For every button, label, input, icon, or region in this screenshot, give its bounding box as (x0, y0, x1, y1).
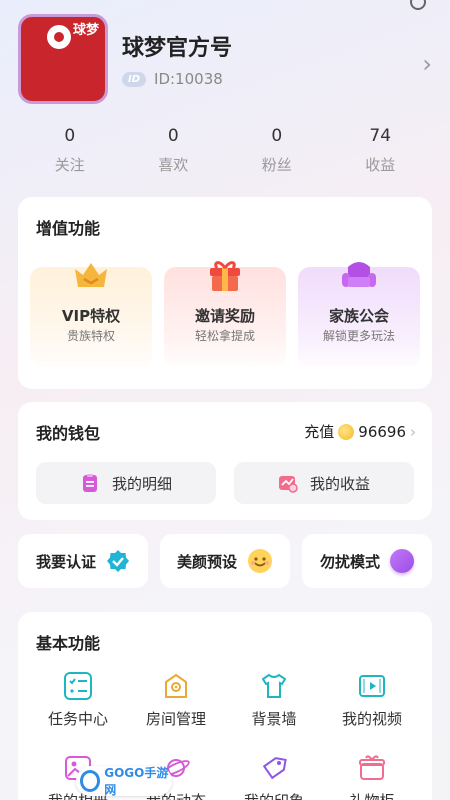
watermark-icon (80, 770, 101, 792)
coin-icon (338, 423, 355, 440)
feature-subtitle: 解锁更多玩法 (322, 329, 395, 343)
tag-icon (262, 757, 287, 780)
verified-badge-icon (107, 550, 129, 572)
wallet-card: 我的钱包 充值 96696 › 我的明细 我的收益 (18, 402, 432, 520)
id-badge: ID (122, 71, 147, 87)
grid-label: 礼物柜 (322, 790, 422, 800)
grid-label: 任务中心 (47, 710, 108, 728)
grid-label: 背景墙 (251, 710, 297, 728)
room-icon (165, 673, 187, 698)
watermark-logo: GOGO手游网 (76, 766, 172, 797)
stat-label: 关注 (54, 156, 85, 174)
gift-cabinet-button[interactable]: 礼物柜 (322, 752, 422, 800)
tshirt-icon (261, 673, 287, 698)
stat-value: 0 (64, 126, 76, 146)
video-icon (359, 675, 385, 697)
value-added-card: 增值功能 VIP特权 贵族特权 邀请奖励 轻松拿提成 家族公会 解锁更多玩法 (18, 197, 432, 389)
recharge-label: 充值 (304, 423, 335, 441)
beauty-preset-button[interactable]: 美颜预设 (160, 534, 290, 588)
task-center-button[interactable]: 任务中心 (28, 670, 128, 729)
stat-following[interactable]: 0 关注 (18, 126, 122, 175)
stat-value: 0 (271, 126, 283, 146)
avatar[interactable]: 球梦 (18, 14, 108, 104)
gift-icon (210, 261, 240, 291)
stat-label: 收益 (365, 156, 396, 174)
pill-label: 我要认证 (35, 552, 96, 571)
feature-title: 家族公会 (328, 307, 389, 325)
stat-label: 喜欢 (158, 156, 189, 174)
avatar-logo-text: 球梦 (73, 23, 100, 38)
section-title: 我的钱包 (36, 424, 101, 443)
room-management-button[interactable]: 房间管理 (126, 670, 226, 729)
section-title: 增值功能 (36, 219, 101, 238)
stat-fans[interactable]: 0 粉丝 (225, 126, 329, 175)
my-details-button[interactable]: 我的明细 (36, 462, 216, 504)
smiley-icon (248, 549, 272, 573)
vip-privilege-button[interactable]: VIP特权 贵族特权 (30, 263, 152, 367)
clipboard-icon (82, 474, 97, 492)
chevron-right-icon: › (410, 422, 416, 441)
feature-subtitle: 轻松拿提成 (194, 329, 255, 343)
button-label: 我的收益 (309, 474, 370, 493)
section-title: 基本功能 (36, 634, 101, 653)
profile-name: 球梦官方号 (122, 36, 233, 61)
task-list-icon (64, 672, 92, 700)
gift-cabinet-icon (359, 755, 385, 780)
stat-earnings[interactable]: 74 收益 (329, 126, 433, 175)
stat-value: 74 (369, 126, 392, 146)
invite-reward-button[interactable]: 邀请奖励 轻松拿提成 (164, 261, 286, 367)
grid-label: 房间管理 (145, 710, 206, 728)
button-label: 我的明细 (111, 474, 172, 493)
stat-value: 0 (167, 126, 179, 146)
grid-label: 我的印象 (224, 790, 324, 800)
id-row: ID ID:10038 (122, 70, 223, 88)
feature-subtitle: 贵族特权 (66, 329, 115, 343)
sofa-icon (342, 262, 376, 287)
certification-button[interactable]: 我要认证 (18, 534, 148, 588)
user-id: ID:10038 (154, 70, 223, 88)
stat-likes[interactable]: 0 喜欢 (122, 126, 226, 175)
feature-title: 邀请奖励 (194, 307, 255, 325)
feature-title: VIP特权 (61, 307, 121, 325)
watermark-text: GOGO手游网 (104, 766, 169, 797)
background-wall-button[interactable]: 背景墙 (224, 670, 324, 729)
pill-label: 美颜预设 (176, 552, 237, 571)
my-impression-button[interactable]: 我的印象 (224, 752, 324, 800)
profile-header[interactable]: 球梦 球梦官方号 ID ID:10038 › (18, 14, 432, 106)
recharge-button[interactable]: 充值 96696 › (304, 421, 416, 442)
toggle-dot-icon (390, 549, 414, 573)
my-videos-button[interactable]: 我的视频 (322, 670, 422, 729)
do-not-disturb-toggle[interactable]: 勿扰模式 (302, 534, 432, 588)
pill-label: 勿扰模式 (319, 552, 380, 571)
settings-icon[interactable] (408, 0, 428, 12)
crown-icon (75, 263, 107, 287)
chevron-right-icon[interactable]: › (422, 50, 432, 78)
stat-label: 粉丝 (261, 156, 292, 174)
my-income-button[interactable]: 我的收益 (234, 462, 414, 504)
coin-balance: 96696 (358, 422, 406, 441)
grid-label: 我的视频 (341, 710, 402, 728)
stats-row: 0 关注 0 喜欢 0 粉丝 74 收益 (18, 126, 432, 175)
family-guild-button[interactable]: 家族公会 解锁更多玩法 (298, 262, 420, 367)
football-logo-icon (47, 25, 71, 49)
income-chart-icon (278, 476, 298, 493)
